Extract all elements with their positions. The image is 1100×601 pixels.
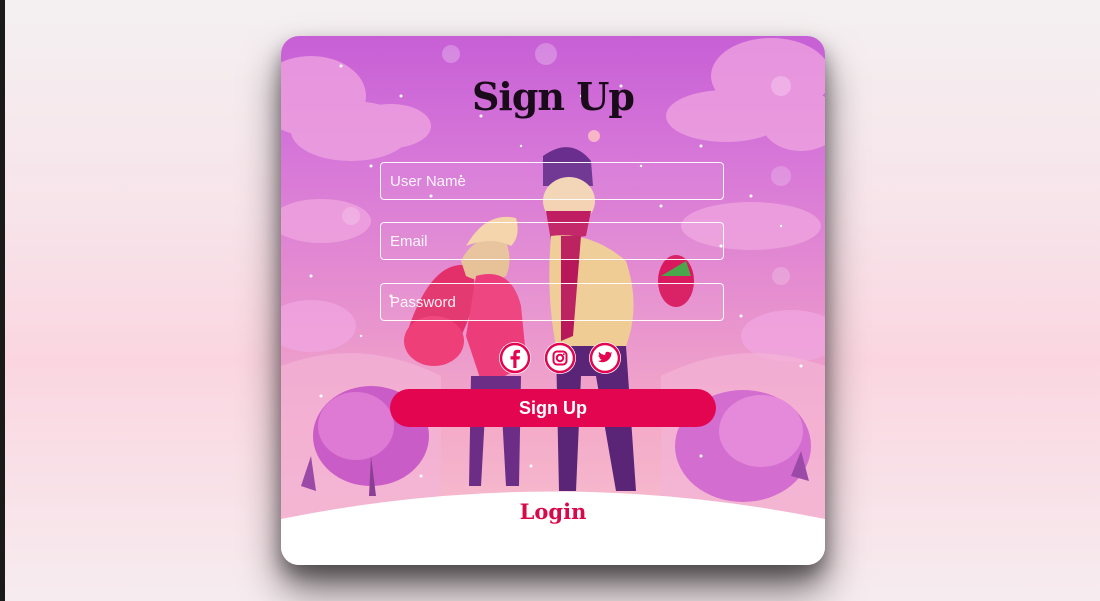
username-field[interactable] <box>380 162 724 200</box>
email-field[interactable] <box>380 222 724 260</box>
instagram-button[interactable] <box>544 342 576 374</box>
page-title: Sign Up <box>471 74 635 119</box>
password-field[interactable] <box>380 283 724 321</box>
window-edge <box>0 0 5 601</box>
twitter-icon <box>589 342 621 374</box>
facebook-icon <box>499 342 531 374</box>
signup-button[interactable]: Sign Up <box>390 389 716 427</box>
signup-card: Sign Up Sign Up Login <box>281 36 825 565</box>
snow-ground <box>281 491 825 565</box>
facebook-button[interactable] <box>499 342 531 374</box>
twitter-button[interactable] <box>589 342 621 374</box>
login-link[interactable]: Login <box>281 499 825 524</box>
instagram-icon <box>544 342 576 374</box>
